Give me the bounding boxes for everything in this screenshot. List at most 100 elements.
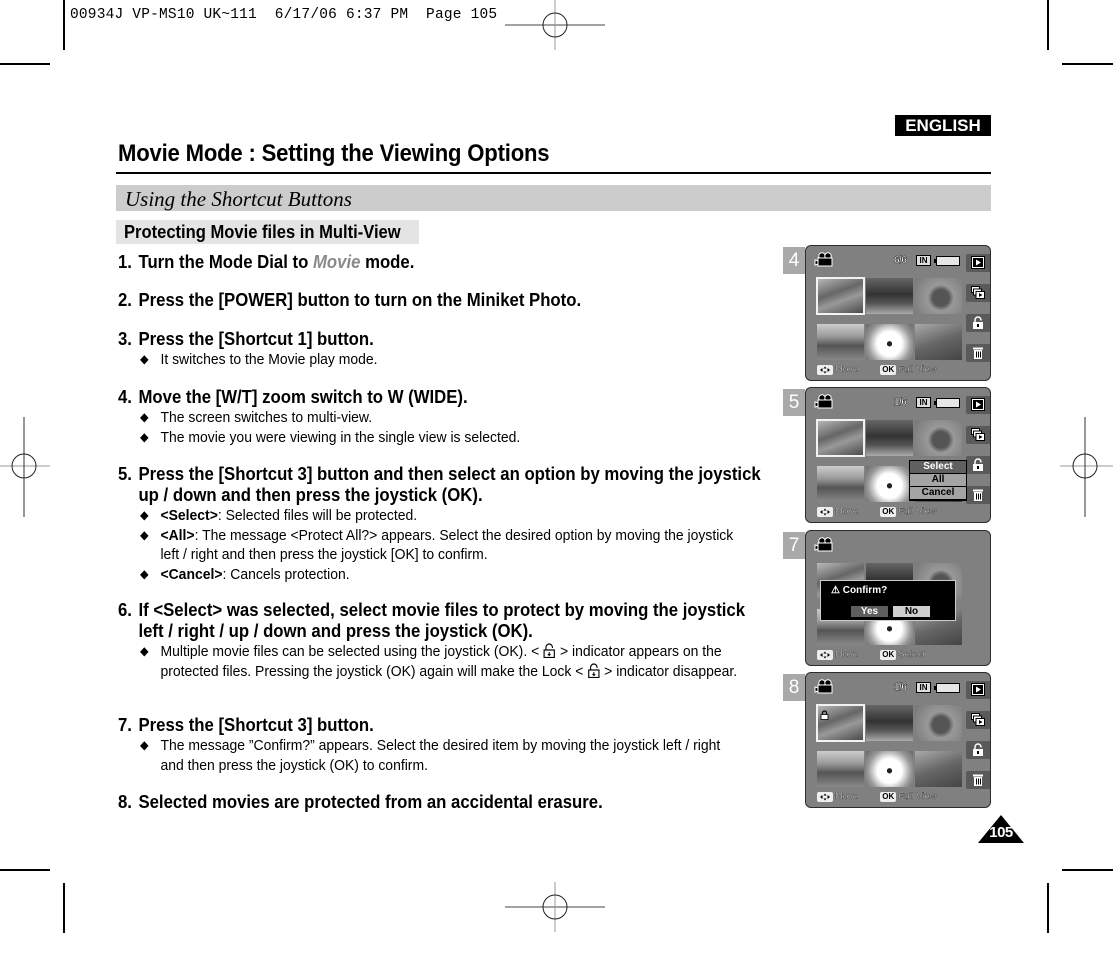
menu-item-cancel[interactable]: Cancel — [910, 487, 966, 499]
print-slug: 00934J VP-MS10 UK~111 6/17/06 6:37 PM Pa… — [70, 7, 498, 23]
movie-thumbnail[interactable] — [866, 420, 913, 456]
protect-menu: Select All Cancel — [909, 460, 967, 501]
crop-mark — [1047, 883, 1049, 933]
crop-mark — [1047, 0, 1049, 50]
movie-thumbnail[interactable] — [866, 705, 913, 741]
diamond-bullet-icon: ◆ — [140, 410, 149, 424]
file-counter: 1/6 — [894, 682, 907, 693]
step-bullet: ◆ The movie you were viewing in the singl… — [140, 428, 521, 446]
diamond-bullet-icon: ◆ — [140, 566, 149, 581]
camera-screen: ⚠ Confirm? Yes No Move OK Select — [805, 530, 991, 666]
step-6: 6. If <Select> was selected, select movie… — [118, 600, 768, 681]
movie-thumbnail[interactable] — [816, 419, 865, 457]
movie-thumbnail[interactable] — [866, 751, 913, 787]
title-rule — [116, 172, 991, 174]
screen-footer: Move OK Select — [817, 649, 925, 660]
step-text: Press the [Shortcut 3] button. — [138, 715, 374, 735]
delete-button[interactable] — [966, 771, 990, 789]
warning-icon: ⚠ — [831, 585, 843, 596]
movie-thumbnail[interactable] — [816, 704, 865, 742]
movie-thumbnail[interactable] — [866, 278, 913, 314]
movie-thumbnail[interactable] — [817, 324, 864, 360]
joystick-icon — [817, 649, 833, 660]
step-7: 7. Press the [Shortcut 3] button. ◆ The me… — [118, 715, 768, 775]
multi-view-button[interactable] — [966, 426, 990, 444]
footer-move-label: Move — [835, 506, 859, 517]
battery-icon — [934, 683, 960, 693]
delete-button[interactable] — [966, 344, 990, 362]
movie-thumbnail[interactable] — [817, 466, 864, 502]
play-button[interactable] — [966, 396, 990, 414]
diamond-bullet-icon: ◆ — [140, 508, 149, 522]
lock-icon — [973, 458, 983, 471]
section-bar: Using the Shortcut Buttons — [116, 185, 991, 211]
multi-view-icon — [971, 713, 985, 726]
delete-button[interactable] — [966, 486, 990, 504]
file-counter: 1/6 — [894, 397, 907, 408]
diamond-bullet-icon: ◆ — [140, 738, 149, 752]
menu-item-select[interactable]: Select — [910, 461, 966, 473]
play-button[interactable] — [966, 254, 990, 272]
movie-thumbnail[interactable] — [915, 705, 962, 741]
play-icon — [971, 398, 985, 411]
step-bullet: ◆ The screen switches to multi-view. — [140, 409, 373, 426]
step-4: 4. Move the [W/T] zoom switch to W (WIDE)… — [118, 387, 768, 447]
movie-thumbnail[interactable] — [915, 324, 962, 360]
step-text: Press the [Shortcut 3] button and then s… — [138, 464, 761, 505]
yes-button[interactable]: Yes — [851, 606, 888, 617]
protect-button[interactable] — [966, 314, 990, 332]
camera-screen: 6/6 IN Move OK Full View — [805, 245, 991, 381]
screen-step-label: 7 — [783, 532, 805, 559]
lock-icon — [588, 662, 600, 678]
crop-mark — [1062, 869, 1113, 871]
movie-thumbnail[interactable] — [816, 277, 865, 315]
step-text: Selected movies are protected from an ac… — [138, 792, 603, 812]
movie-thumbnail[interactable] — [915, 751, 962, 787]
protect-button[interactable] — [966, 456, 990, 474]
subsection-title: Protecting Movie files in Multi-View — [124, 222, 401, 242]
step-1: 1. Turn the Mode Dial to Movie mode. — [118, 252, 768, 273]
crop-mark — [63, 883, 65, 933]
diamond-bullet-icon: ◆ — [140, 644, 149, 658]
play-button[interactable] — [966, 681, 990, 699]
crop-mark — [0, 63, 50, 65]
footer-move-label: Move — [835, 649, 859, 660]
protected-lock-icon — [820, 707, 829, 725]
movie-thumbnail[interactable] — [817, 751, 864, 787]
step-number: 2. — [118, 290, 132, 310]
multi-view-button[interactable] — [966, 284, 990, 302]
trash-icon — [973, 347, 983, 359]
footer-ok-label: Full View — [898, 506, 937, 517]
internal-memory-icon: IN — [916, 255, 931, 266]
footer-move-label: Move — [835, 364, 859, 375]
screen-step-label: 4 — [783, 247, 805, 274]
play-icon — [971, 256, 985, 269]
step-text: Press the [POWER] button to turn on the … — [138, 290, 582, 310]
joystick-icon — [817, 791, 833, 802]
play-icon — [971, 683, 985, 696]
diamond-bullet-icon: ◆ — [140, 527, 149, 542]
movie-thumbnail[interactable] — [915, 278, 962, 314]
movie-thumbnail[interactable] — [915, 420, 962, 456]
no-button[interactable]: No — [893, 606, 930, 617]
movie-thumbnail[interactable] — [866, 466, 913, 502]
footer-ok-label: Full View — [898, 364, 937, 375]
step-bullet: ◆ <Cancel>: Cancels protection. — [140, 565, 350, 583]
multi-view-button[interactable] — [966, 711, 990, 729]
footer-move-label: Move — [835, 791, 859, 802]
ok-key-icon: OK — [880, 364, 897, 375]
protect-button[interactable] — [966, 741, 990, 759]
lock-icon — [973, 743, 983, 756]
menu-item-all[interactable]: All — [910, 474, 966, 486]
diamond-bullet-icon: ◆ — [140, 429, 149, 444]
registration-mark-right — [1060, 417, 1113, 517]
diamond-bullet-icon: ◆ — [140, 352, 149, 366]
page-number: 105 — [989, 824, 1013, 841]
step-bullet: ◆ The message ”Confirm?” appears. Select … — [140, 737, 721, 774]
mode-highlight: Movie — [312, 252, 361, 272]
file-counter: 6/6 — [894, 255, 907, 266]
step-number: 6. — [118, 600, 132, 620]
movie-camera-icon — [814, 394, 836, 409]
movie-thumbnail[interactable] — [866, 324, 913, 360]
movie-camera-icon — [814, 537, 836, 552]
